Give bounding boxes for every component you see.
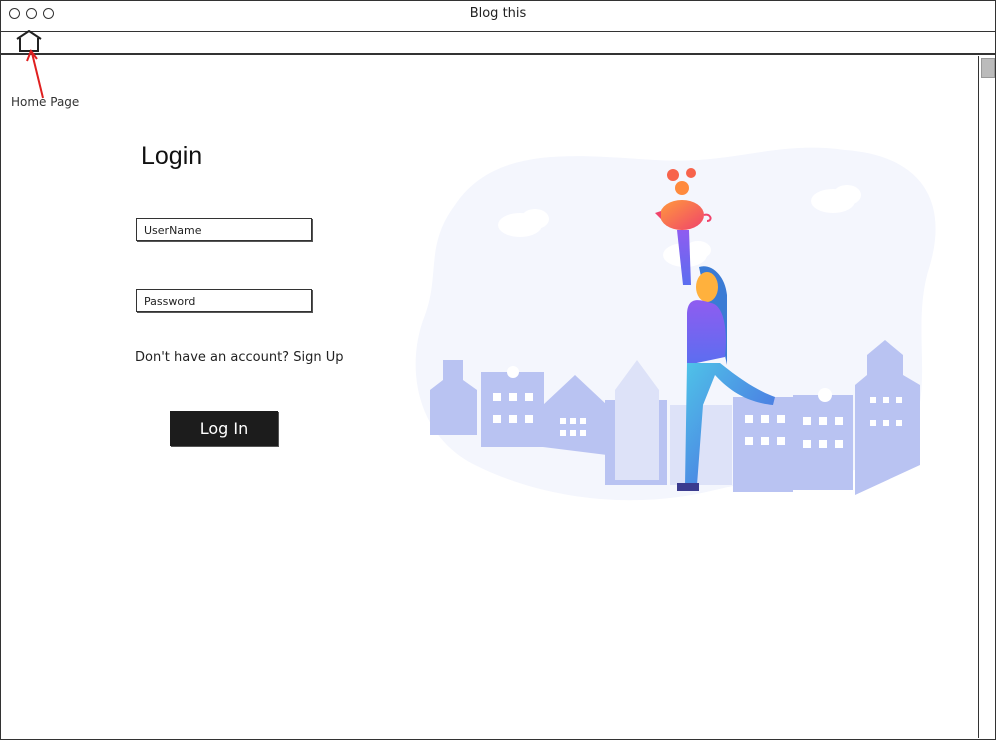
title-bar: Blog this [1, 1, 995, 32]
password-input[interactable] [144, 292, 304, 311]
home-page-annotation: Home Page [11, 95, 80, 109]
login-title: Login [141, 142, 203, 170]
login-button[interactable]: Log In [170, 411, 278, 446]
city-piggy-bank-illustration [415, 147, 936, 501]
annotation-arrow [26, 48, 44, 99]
username-field-wrapper [136, 218, 312, 241]
password-field-wrapper [136, 289, 312, 312]
signup-link[interactable]: Sign Up [293, 350, 343, 365]
scrollbar-thumb[interactable] [981, 58, 995, 78]
signup-prompt-text: Don't have an account? [135, 350, 290, 365]
window-title: Blog this [469, 6, 527, 21]
vertical-scrollbar[interactable] [978, 56, 995, 738]
signup-prompt: Don't have an account? Sign Up [135, 350, 343, 365]
toolbar [1, 32, 995, 55]
username-input[interactable] [144, 221, 304, 240]
